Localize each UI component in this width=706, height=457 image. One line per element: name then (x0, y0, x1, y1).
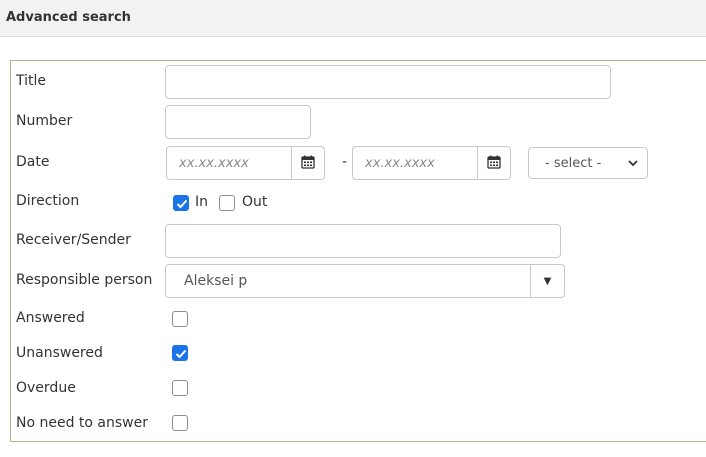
answered-label: Answered (16, 310, 85, 326)
no-need-checkbox[interactable] (172, 415, 188, 431)
overdue-checkbox[interactable] (172, 380, 188, 396)
overdue-label: Overdue (16, 380, 76, 396)
chevron-down-icon (627, 157, 639, 173)
date-period-select-value: - select - (545, 155, 602, 171)
checkmark-icon (175, 349, 187, 359)
date-from-input[interactable]: xx.xx.xxxx (166, 146, 291, 180)
direction-in-label: In (195, 194, 209, 210)
date-period-select[interactable]: - select - (528, 147, 648, 179)
page-title: Advanced search (6, 10, 131, 25)
receiver-label: Receiver/Sender (16, 232, 131, 248)
date-label: Date (16, 154, 50, 170)
date-range-separator: - (342, 154, 348, 170)
responsible-label: Responsible person (16, 272, 153, 288)
caret-down-icon[interactable]: ▼ (530, 265, 564, 297)
checkmark-icon (176, 199, 188, 209)
date-to-input[interactable]: xx.xx.xxxx (352, 146, 477, 180)
direction-in-checkbox[interactable] (173, 195, 189, 211)
direction-label: Direction (16, 193, 80, 209)
number-input[interactable] (165, 105, 311, 139)
title-input[interactable] (165, 65, 611, 99)
unanswered-label: Unanswered (16, 345, 103, 361)
date-to-calendar-button[interactable] (477, 146, 511, 180)
direction-out-label: Out (242, 194, 268, 210)
date-from-group: xx.xx.xxxx (166, 146, 325, 180)
title-label: Title (16, 73, 47, 89)
answered-checkbox[interactable] (172, 311, 188, 327)
responsible-person-select[interactable]: Aleksei p ▼ (165, 264, 565, 298)
direction-out-checkbox[interactable] (219, 195, 235, 211)
number-label: Number (16, 113, 73, 129)
calendar-icon (301, 154, 315, 173)
search-header: Advanced search (0, 0, 706, 37)
date-to-group: xx.xx.xxxx (352, 146, 511, 180)
unanswered-checkbox[interactable] (172, 345, 188, 361)
date-from-calendar-button[interactable] (291, 146, 325, 180)
receiver-sender-input[interactable] (165, 224, 561, 258)
calendar-icon (487, 154, 501, 173)
responsible-person-value: Aleksei p (184, 273, 248, 289)
no-need-label: No need to answer (16, 415, 148, 431)
